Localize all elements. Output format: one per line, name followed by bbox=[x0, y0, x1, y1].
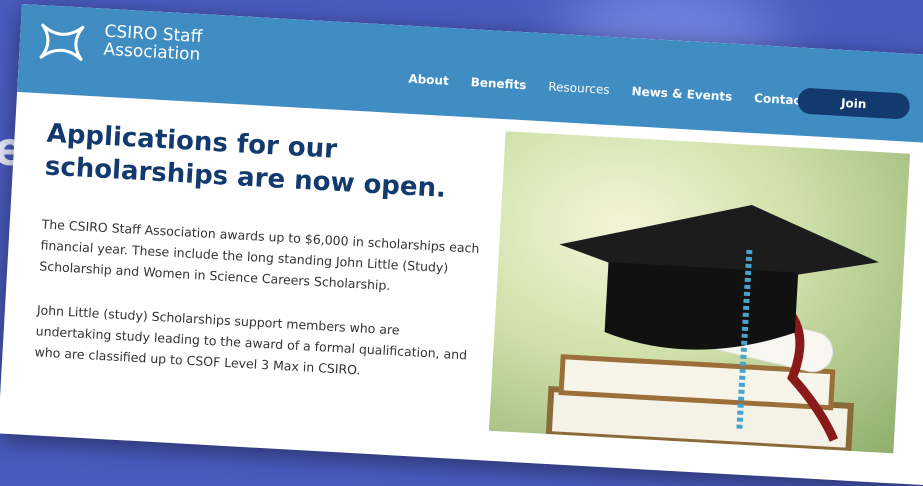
graduation-cap-illustration bbox=[545, 205, 879, 454]
hero-paragraph-2: John Little (study) Scholarships support… bbox=[34, 302, 468, 378]
hero-headline: Applications for our scholarships are no… bbox=[44, 118, 447, 204]
nav-about[interactable]: About bbox=[408, 72, 449, 88]
csiro-logo-icon[interactable] bbox=[35, 19, 89, 66]
nav-news-events[interactable]: News & Events bbox=[631, 84, 732, 104]
brand-name[interactable]: CSIRO Staff Association bbox=[103, 22, 203, 66]
brand-line-2: Association bbox=[103, 39, 201, 66]
hero-paragraph-1: The CSIRO Staff Association awards up to… bbox=[38, 216, 480, 293]
join-button[interactable]: Join bbox=[797, 87, 911, 120]
website-screenshot-card: CSIRO Staff Association About Benefits R… bbox=[0, 4, 923, 486]
nav-benefits[interactable]: Benefits bbox=[470, 75, 526, 92]
nav-resources[interactable]: Resources bbox=[548, 80, 610, 97]
graduation-cap-photo bbox=[488, 131, 911, 454]
main-nav: About Benefits Resources News & Events C… bbox=[408, 72, 807, 108]
